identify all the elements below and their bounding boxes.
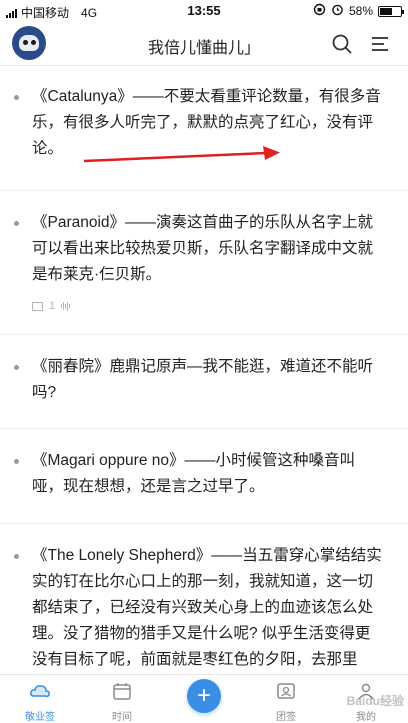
add-note-button[interactable]: + <box>187 679 221 713</box>
note-text: 《The Lonely Shepherd》——当五雷穿心掌结结实实的钉在比尔心口… <box>32 547 382 668</box>
image-count: 1 <box>49 300 56 312</box>
search-icon <box>332 34 352 54</box>
cloud-icon <box>30 685 50 698</box>
tab-team[interactable]: 团签 <box>256 675 316 723</box>
tab-notes[interactable]: 敬业签 <box>10 675 70 723</box>
list-item[interactable]: 《The Lonely Shepherd》——当五雷穿心掌结结实实的钉在比尔心口… <box>0 524 408 674</box>
audio-icon <box>61 301 71 311</box>
tab-label: 时间 <box>112 712 132 723</box>
tab-time[interactable]: 时间 <box>92 675 152 723</box>
status-bar: 中国移动 4G 13:55 58% <box>0 0 408 22</box>
bullet-dot <box>14 95 19 100</box>
orientation-lock-icon <box>313 3 326 19</box>
alarm-icon <box>331 3 344 19</box>
tab-label: 敬业签 <box>25 712 55 723</box>
list-item[interactable]: 《Magari oppure no》——小时候管这种嗓音叫哑，现在想想，还是言之… <box>0 429 408 524</box>
watermark: Baidu经验 <box>346 694 404 708</box>
list-item[interactable]: 《Paranoid》——演奏这首曲子的乐队从名字上就可以看出来比较热爱贝斯，乐队… <box>0 191 408 335</box>
note-text: 《Paranoid》——演奏这首曲子的乐队从名字上就可以看出来比较热爱贝斯，乐队… <box>32 214 374 283</box>
battery-percent: 58% <box>348 4 373 18</box>
battery-icon <box>378 5 404 17</box>
tab-label: 团签 <box>276 712 296 723</box>
note-text: 《Magari oppure no》——小时候管这种嗓音叫哑，现在想想，还是言之… <box>32 452 355 495</box>
bullet-dot <box>14 459 19 464</box>
bullet-dot <box>14 365 19 370</box>
note-text: 《Catalunya》——不要太看重评论数量，有很多音乐，有很多人听完了，默默的… <box>32 88 381 157</box>
bottom-tab-bar: 敬业签 时间 + 团签 我的 Baidu经验 <box>0 674 408 723</box>
app-header: 我倍儿懂曲儿」 <box>0 22 408 66</box>
note-meta: 1 <box>32 300 384 312</box>
menu-icon <box>372 37 388 51</box>
status-right: 58% <box>313 3 404 19</box>
tab-label: 我的 <box>356 712 376 723</box>
bullet-dot <box>14 221 19 226</box>
list-item[interactable]: 《丽春院》鹿鼎记原声—我不能逛，难道还不能听吗? <box>0 335 408 429</box>
note-list[interactable]: 《Catalunya》——不要太看重评论数量，有很多音乐，有很多人听完了，默默的… <box>0 67 408 674</box>
team-icon <box>277 683 295 699</box>
calendar-icon <box>113 683 131 700</box>
search-button[interactable] <box>330 32 354 56</box>
list-item[interactable]: 《Catalunya》——不要太看重评论数量，有很多音乐，有很多人听完了，默默的… <box>0 67 408 191</box>
bullet-dot <box>14 554 19 559</box>
image-icon <box>32 301 43 311</box>
note-text: 《丽春院》鹿鼎记原声—我不能逛，难道还不能听吗? <box>32 358 374 401</box>
menu-button[interactable] <box>368 32 392 56</box>
